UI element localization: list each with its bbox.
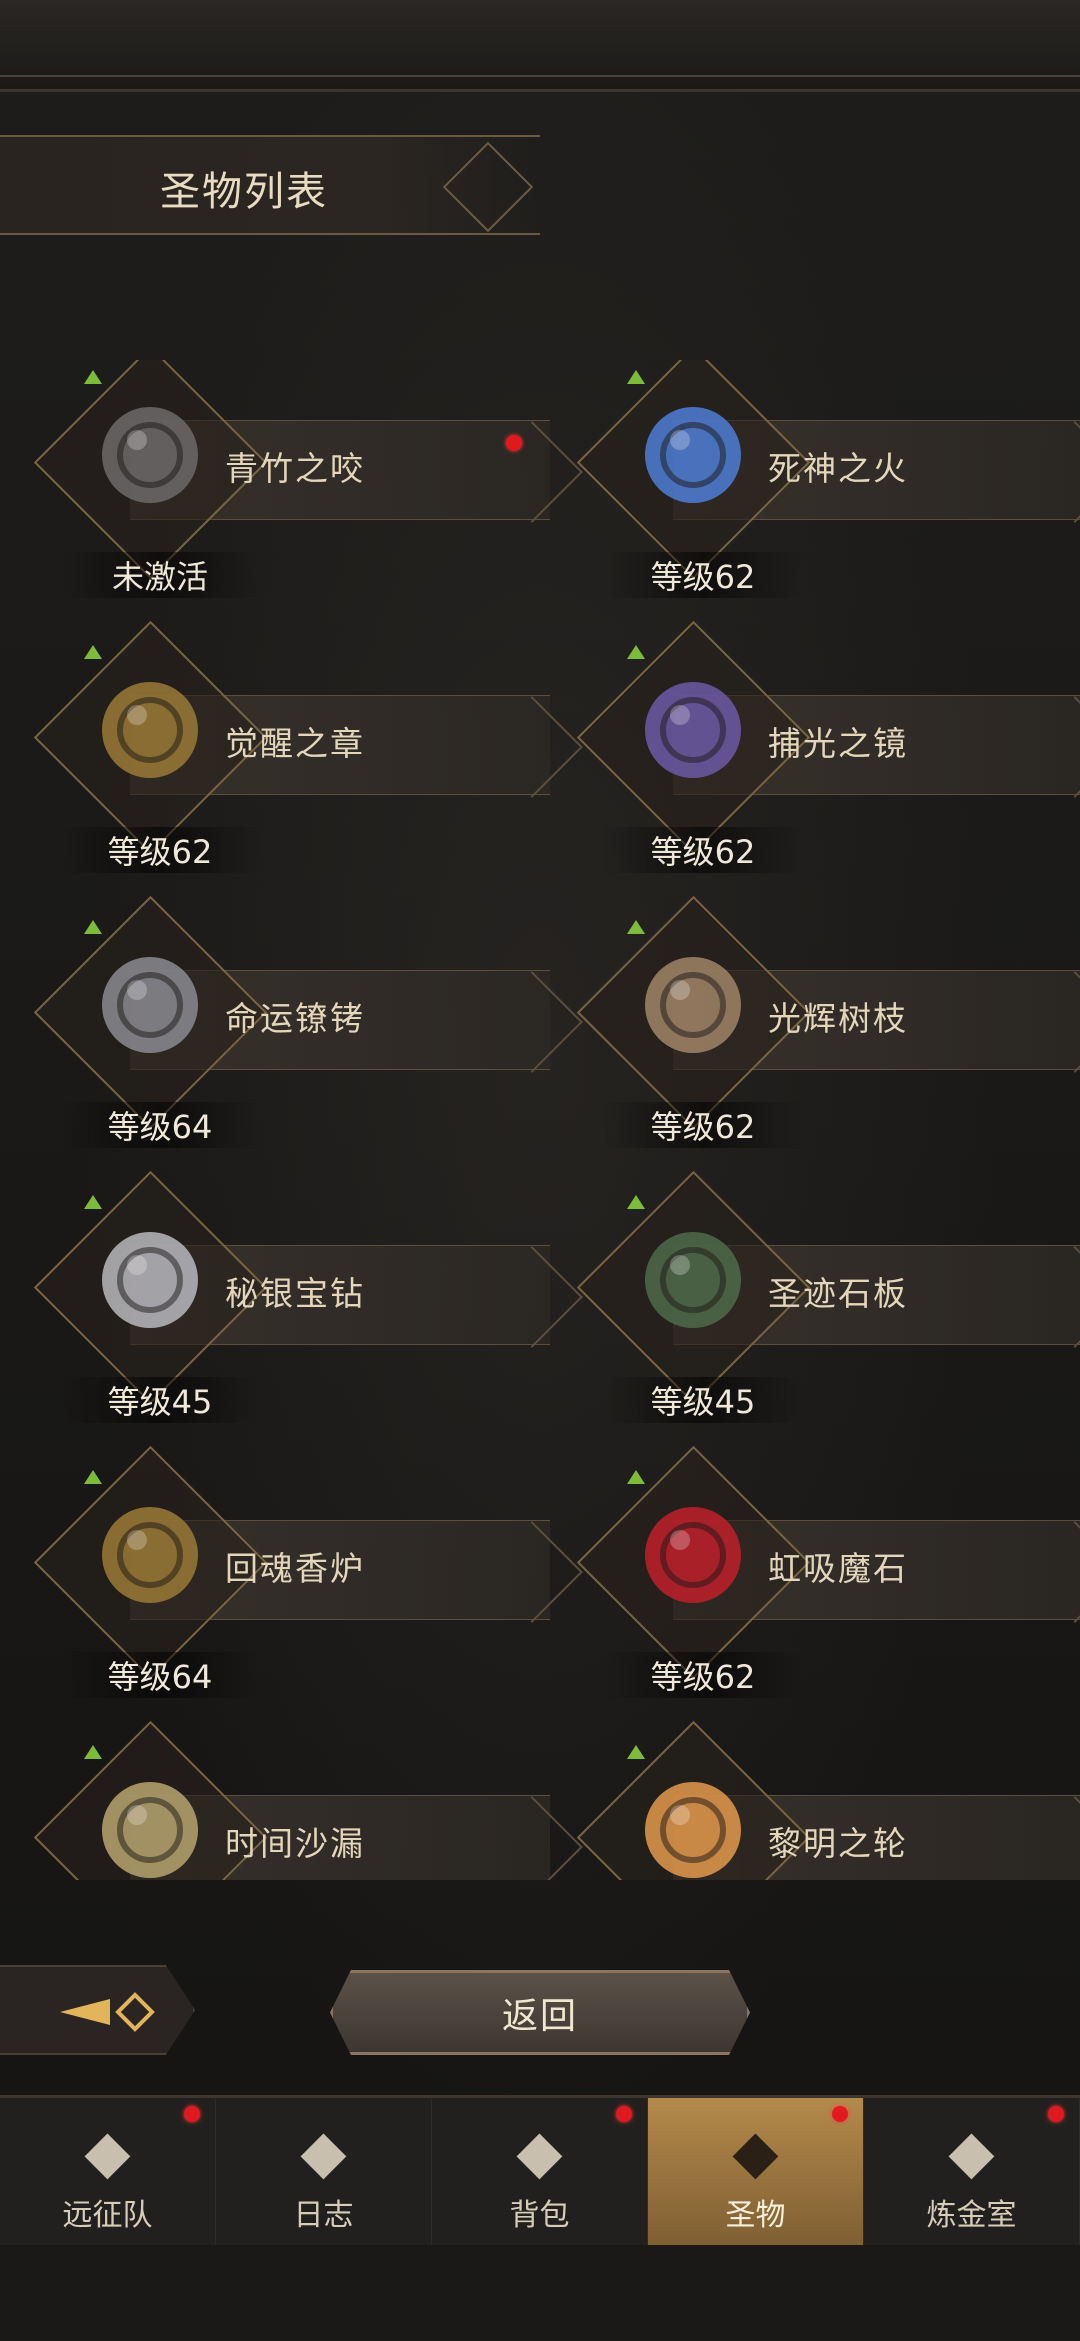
arrow-left-icon xyxy=(60,1992,155,2032)
nav-label: 炼金室 xyxy=(926,2198,1017,2233)
nav-item[interactable]: ◆ 圣物 xyxy=(648,2098,864,2248)
page-title: 圣物列表 xyxy=(160,169,328,215)
title-banner: 圣物列表 xyxy=(0,135,540,235)
relic-name: 光辉树枝 xyxy=(768,999,908,1038)
relic-card[interactable]: 时间沙漏 xyxy=(30,1720,550,1880)
upgrade-gem-icon xyxy=(627,1195,645,1209)
alchemy-icon: ◆ xyxy=(948,2117,995,2187)
hourglass-icon xyxy=(75,1745,225,1880)
relic-list[interactable]: 青竹之咬 未激活 死神之火 等级62 觉醒之章 等级62 捕光之镜 等级62 命运镣铐 等级64 光… xyxy=(0,360,1080,1880)
relic-name: 觉醒之章 xyxy=(225,724,365,763)
branch-icon xyxy=(618,920,768,1090)
relic-level: 等级62 xyxy=(603,1102,803,1148)
helmet-icon: ◆ xyxy=(84,2117,131,2187)
nav-label: 背包 xyxy=(509,2198,570,2233)
relic-card[interactable]: 死神之火等级62 xyxy=(573,360,1080,600)
banner-diamond-ornament xyxy=(442,141,534,233)
upgrade-gem-icon xyxy=(84,1745,102,1759)
upgrade-gem-icon xyxy=(627,645,645,659)
relic-level: 等级45 xyxy=(60,1377,260,1423)
relic-name: 捕光之镜 xyxy=(768,724,908,763)
relic-card[interactable]: 秘银宝钻等级45 xyxy=(30,1170,550,1425)
relic-name: 命运镣铐 xyxy=(225,999,365,1038)
relic-card[interactable]: 光辉树枝等级62 xyxy=(573,895,1080,1150)
nav-item[interactable]: ◆ 远征队 xyxy=(0,2098,216,2248)
relic-level: 等级45 xyxy=(603,1377,803,1423)
relic-level: 等级62 xyxy=(603,1652,803,1698)
relic-level: 未激活 xyxy=(60,552,260,598)
relic-level: 等级62 xyxy=(603,827,803,873)
bottom-controls: 返回 xyxy=(0,1955,1080,2065)
upgrade-gem-icon xyxy=(84,370,102,384)
nav-label: 远征队 xyxy=(62,2198,153,2233)
nav-label: 圣物 xyxy=(725,2198,786,2233)
notification-dot xyxy=(832,2106,848,2122)
relic-card[interactable]: 回魂香炉等级64 xyxy=(30,1445,550,1700)
red-crystal-icon xyxy=(618,1470,768,1640)
relic-name: 黎明之轮 xyxy=(768,1824,908,1863)
relic-card[interactable]: 黎明之轮 xyxy=(573,1720,1080,1880)
notification-dot xyxy=(1048,2106,1064,2122)
sun-wheel-icon xyxy=(618,1745,768,1880)
relic-level: 等级64 xyxy=(60,1102,260,1148)
shackles-icon xyxy=(75,920,225,1090)
relic-name: 秘银宝钻 xyxy=(225,1274,365,1313)
upgrade-gem-icon xyxy=(84,1195,102,1209)
notification-dot xyxy=(506,435,522,451)
notification-dot xyxy=(184,2106,200,2122)
whip-icon xyxy=(75,370,225,540)
nav-item[interactable]: ◆ 炼金室 xyxy=(864,2098,1080,2248)
relic-name: 青竹之咬 xyxy=(225,449,365,488)
nav-item[interactable]: ◆ 背包 xyxy=(432,2098,648,2248)
relic-name: 回魂香炉 xyxy=(225,1549,365,1588)
relic-card[interactable]: 捕光之镜等级62 xyxy=(573,620,1080,875)
notification-dot xyxy=(616,2106,632,2122)
upgrade-gem-icon xyxy=(84,645,102,659)
scroll-icon: ◆ xyxy=(300,2117,347,2187)
upgrade-gem-icon xyxy=(627,370,645,384)
upgrade-gem-icon xyxy=(84,1470,102,1484)
relic-level: 等级62 xyxy=(60,827,260,873)
relic-level: 等级64 xyxy=(60,1652,260,1698)
bottom-nav: ◆ 远征队 ◆ 日志 ◆ 背包 ◆ 圣物 ◆ 炼金室 xyxy=(0,2095,1080,2248)
upgrade-gem-icon xyxy=(627,920,645,934)
top-ornament xyxy=(0,0,1080,92)
relic-card[interactable]: 青竹之咬未激活 xyxy=(30,360,550,600)
back-button[interactable]: 返回 xyxy=(330,1970,750,2055)
relic-name: 圣迹石板 xyxy=(768,1274,908,1313)
nav-item[interactable]: ◆ 日志 xyxy=(216,2098,432,2248)
torch-icon: ◆ xyxy=(732,2117,779,2187)
relic-level: 等级62 xyxy=(603,552,803,598)
ghost-hand-icon xyxy=(618,370,768,540)
relic-card[interactable]: 圣迹石板等级45 xyxy=(573,1170,1080,1425)
nav-label: 日志 xyxy=(293,2198,354,2233)
mirror-icon xyxy=(618,645,768,815)
bag-icon: ◆ xyxy=(516,2117,563,2187)
footer-bar xyxy=(0,2245,1080,2341)
relic-card[interactable]: 觉醒之章等级62 xyxy=(30,620,550,875)
relic-card[interactable]: 虹吸魔石等级62 xyxy=(573,1445,1080,1700)
upgrade-gem-icon xyxy=(84,920,102,934)
tablet-icon xyxy=(618,1195,768,1365)
pyramid-icon xyxy=(75,1195,225,1365)
upgrade-gem-icon xyxy=(627,1470,645,1484)
relic-name: 虹吸魔石 xyxy=(768,1549,908,1588)
relic-card[interactable]: 命运镣铐等级64 xyxy=(30,895,550,1150)
relic-name: 死神之火 xyxy=(768,449,908,488)
book-icon xyxy=(75,645,225,815)
relic-name: 时间沙漏 xyxy=(225,1824,365,1863)
censer-icon xyxy=(75,1470,225,1640)
upgrade-gem-icon xyxy=(627,1745,645,1759)
collapse-arrow-button[interactable] xyxy=(0,1965,195,2055)
